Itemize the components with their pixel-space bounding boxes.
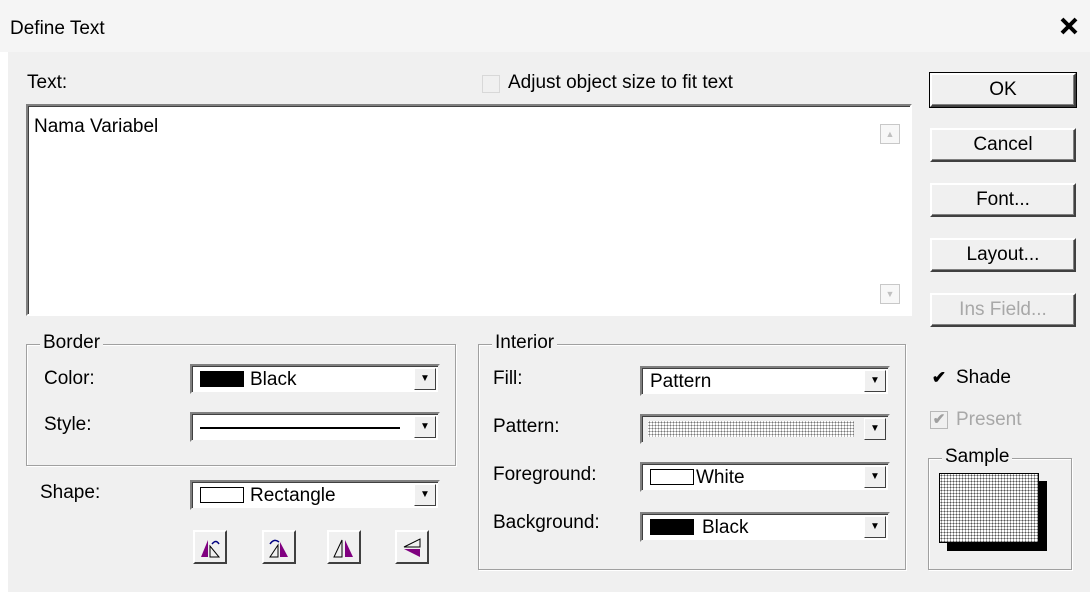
rotate-right-button[interactable]: [262, 530, 296, 564]
border-group: [26, 344, 456, 466]
cancel-button[interactable]: Cancel: [930, 128, 1076, 162]
pattern-label: Pattern:: [493, 416, 560, 437]
adjust-size-label[interactable]: Adjust object size to fit text: [508, 72, 733, 94]
border-color-value: Black: [250, 369, 297, 390]
text-label: Text:: [27, 72, 68, 93]
title-bar: [0, 0, 1090, 52]
fill-label: Fill:: [493, 368, 523, 389]
ins-field-button[interactable]: Ins Field...: [930, 293, 1076, 327]
background-value: Black: [702, 517, 749, 538]
adjust-size-checkbox[interactable]: [482, 75, 500, 93]
fill-select[interactable]: Pattern ▼: [640, 366, 890, 396]
pattern-select[interactable]: ▼: [640, 414, 890, 444]
shape-select[interactable]: Rectangle ▼: [190, 480, 440, 510]
dropdown-arrow-icon[interactable]: ▼: [864, 418, 886, 440]
foreground-swatch: [650, 469, 694, 485]
rotate-left-icon: [201, 540, 221, 558]
border-style-select[interactable]: ▼: [190, 412, 440, 442]
shade-checkbox[interactable]: ✔: [930, 369, 948, 387]
background-select[interactable]: Black ▼: [640, 512, 890, 542]
solid-line-preview: [200, 427, 400, 429]
sample-box: [939, 473, 1039, 543]
ok-button[interactable]: OK: [929, 72, 1077, 108]
foreground-select[interactable]: White ▼: [640, 462, 890, 492]
border-color-select[interactable]: Black ▼: [190, 364, 440, 394]
foreground-value: White: [696, 467, 745, 488]
shape-label: Shape:: [40, 482, 101, 503]
sample-preview: [939, 473, 1049, 553]
sample-group: [928, 458, 1072, 570]
text-content: Nama Variabel: [34, 116, 159, 137]
sample-group-label: Sample: [942, 446, 1013, 468]
border-color-label: Color:: [44, 368, 95, 389]
window-title: Define Text: [10, 18, 105, 39]
close-button[interactable]: [1056, 13, 1082, 39]
flip-horizontal-button[interactable]: [327, 530, 361, 564]
border-style-label: Style:: [44, 414, 92, 435]
scroll-up-button[interactable]: ▲: [880, 124, 900, 144]
border-group-label: Border: [40, 332, 104, 354]
dotted-pattern-preview: [648, 421, 854, 437]
rotate-left-button[interactable]: [193, 530, 227, 564]
present-label[interactable]: Present: [956, 409, 1021, 431]
shape-value: Rectangle: [250, 485, 336, 506]
arrow-up-icon: ▲: [885, 129, 895, 139]
dropdown-arrow-icon[interactable]: ▼: [864, 370, 886, 392]
flip-horizontal-icon: [333, 539, 353, 558]
check-icon: ✔: [931, 368, 947, 387]
interior-group-label: Interior: [492, 332, 558, 354]
dropdown-arrow-icon[interactable]: ▼: [864, 466, 886, 488]
flip-vertical-button[interactable]: [395, 530, 429, 564]
close-icon: [1060, 17, 1078, 35]
shape-swatch: [200, 487, 244, 503]
dropdown-arrow-icon[interactable]: ▼: [414, 484, 436, 506]
dropdown-arrow-icon[interactable]: ▼: [864, 516, 886, 538]
border-color-swatch: [200, 371, 244, 387]
scroll-down-button[interactable]: ▼: [880, 284, 900, 304]
font-button[interactable]: Font...: [930, 183, 1076, 217]
shade-label[interactable]: Shade: [956, 367, 1011, 389]
dropdown-arrow-icon[interactable]: ▼: [414, 416, 436, 438]
foreground-label: Foreground:: [493, 464, 597, 485]
background-label: Background:: [493, 512, 600, 533]
background-swatch: [650, 519, 694, 535]
arrow-down-icon: ▼: [885, 289, 895, 299]
flip-vertical-icon: [403, 538, 421, 557]
check-icon: ✔: [932, 411, 946, 428]
present-checkbox[interactable]: ✔: [930, 411, 948, 429]
layout-button[interactable]: Layout...: [930, 238, 1076, 272]
text-content-area[interactable]: Nama Variabel ▲ ▼: [26, 104, 912, 316]
dropdown-arrow-icon[interactable]: ▼: [414, 368, 436, 390]
rotate-right-icon: [269, 539, 288, 558]
fill-value: Pattern: [650, 371, 712, 392]
